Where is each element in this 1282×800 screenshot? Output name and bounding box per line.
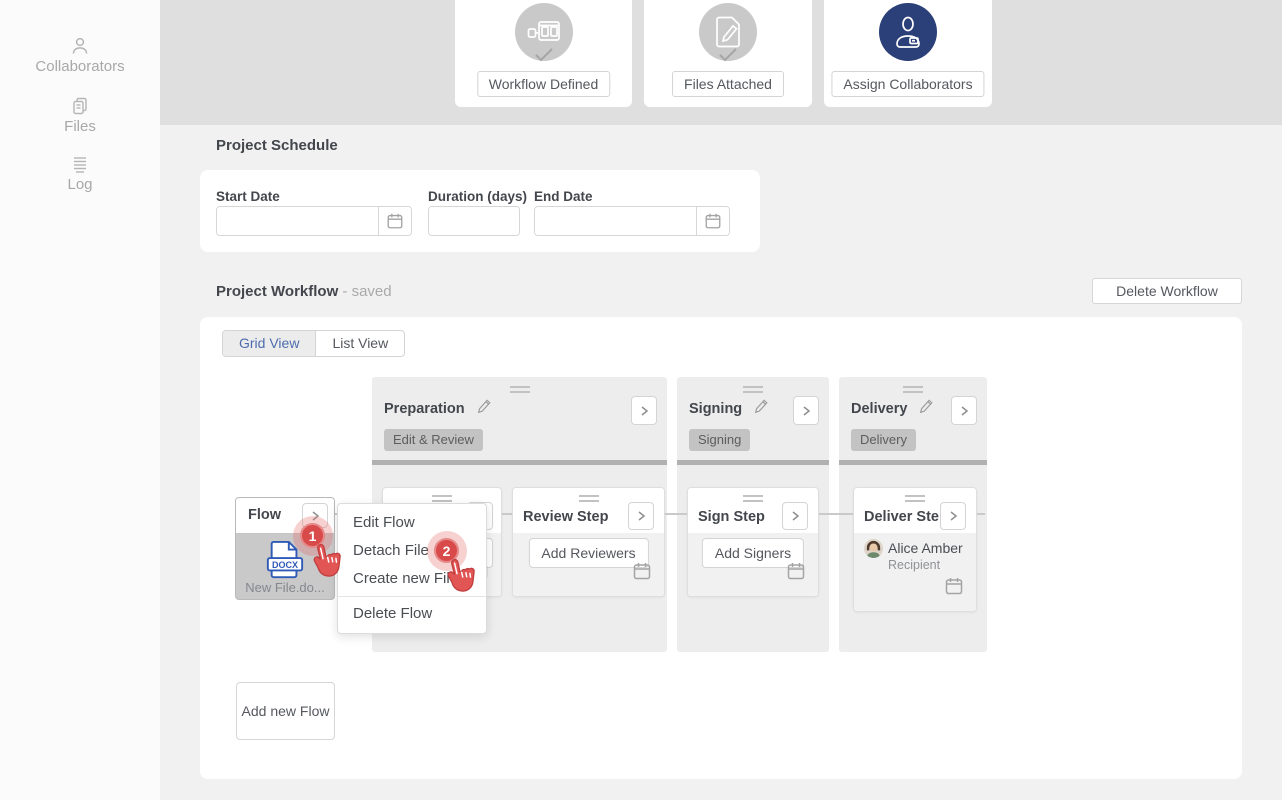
add-reviewers-button[interactable]: Add Reviewers xyxy=(528,538,648,568)
view-tabs: Grid View List View xyxy=(222,330,405,357)
files-attached-button[interactable]: Files Attached xyxy=(672,71,784,97)
schedule-panel: Start Date Duration (days) End Date xyxy=(200,170,760,252)
chevron-right-icon xyxy=(957,404,971,418)
drag-handle-icon[interactable] xyxy=(579,495,599,505)
column-title: Delivery xyxy=(851,399,934,417)
avatar xyxy=(864,539,883,563)
column-divider xyxy=(839,460,987,465)
column-expand-button[interactable] xyxy=(793,396,819,425)
edit-pencil-icon[interactable] xyxy=(753,399,769,415)
tab-grid-view[interactable]: Grid View xyxy=(223,331,316,356)
column-tag: Delivery xyxy=(851,429,916,451)
column-expand-button[interactable] xyxy=(951,396,977,425)
menu-item-edit-flow[interactable]: Edit Flow xyxy=(338,509,486,537)
duration-group xyxy=(428,206,520,236)
start-date-group xyxy=(216,206,412,236)
person-name: Alice Amber xyxy=(888,540,963,556)
status-card-assign-collaborators: Assign Collaborators xyxy=(824,0,992,107)
person-role: Recipient xyxy=(888,558,940,572)
column-divider xyxy=(677,460,829,465)
step-expand-button[interactable] xyxy=(782,502,808,530)
calendar-icon[interactable] xyxy=(696,207,729,235)
column-title-text: Preparation xyxy=(384,401,465,417)
column-divider xyxy=(372,460,667,465)
column-title: Signing xyxy=(689,399,769,417)
calendar-icon[interactable] xyxy=(944,576,964,601)
add-new-flow-label: Add new Flow xyxy=(242,703,330,719)
column-tag: Signing xyxy=(689,429,750,451)
step-title: Review Step xyxy=(523,509,608,525)
menu-item-delete-flow[interactable]: Delete Flow xyxy=(338,600,486,628)
duration-input[interactable] xyxy=(429,207,519,235)
chevron-right-icon xyxy=(788,509,802,523)
step-card-review: Add Reviewers Review Step xyxy=(512,487,665,597)
step-card-sign: Add Signers Sign Step xyxy=(687,487,819,597)
step-title: Deliver Step xyxy=(864,509,948,525)
duration-label: Duration (days) xyxy=(428,189,527,204)
project-workflow-title: Project Workflow - saved xyxy=(216,283,392,300)
flow-title: Flow xyxy=(248,507,281,523)
step-expand-button[interactable] xyxy=(628,502,654,530)
project-workflow-title-text: Project Workflow xyxy=(216,283,338,300)
calendar-icon[interactable] xyxy=(632,561,652,586)
column-title-text: Signing xyxy=(689,401,742,417)
log-icon xyxy=(0,156,160,174)
edit-pencil-icon[interactable] xyxy=(918,399,934,415)
person-icon xyxy=(0,36,160,56)
delete-workflow-button[interactable]: Delete Workflow xyxy=(1092,278,1242,304)
project-schedule-title: Project Schedule xyxy=(216,137,338,154)
sidebar-item-tasks[interactable]: Tasks xyxy=(0,0,160,4)
sidebar-item-collaborators[interactable]: Collaborators xyxy=(0,36,160,75)
sidebar-item-label: Files xyxy=(64,118,96,135)
drag-handle-icon[interactable] xyxy=(743,386,763,396)
end-date-input[interactable] xyxy=(535,207,696,235)
drag-handle-icon[interactable] xyxy=(510,386,530,396)
step-card-deliver: Deliver Step Alice Amber Recipient xyxy=(853,487,977,612)
edit-pencil-icon[interactable] xyxy=(476,399,492,415)
chevron-right-icon xyxy=(946,509,960,523)
assign-collaborators-button[interactable]: Assign Collaborators xyxy=(831,71,984,97)
sidebar-item-label: Log xyxy=(67,176,92,193)
chevron-right-icon xyxy=(799,404,813,418)
sidebar-item-label: Tasks xyxy=(61,0,99,4)
column-title: Preparation xyxy=(384,399,492,417)
sidebar-item-log[interactable]: Log xyxy=(0,156,160,193)
end-date-label: End Date xyxy=(534,189,593,204)
assign-collaborator-icon xyxy=(879,3,937,61)
start-date-label: Start Date xyxy=(216,189,280,204)
sidebar-item-label: Collaborators xyxy=(35,58,124,75)
drag-handle-icon[interactable] xyxy=(905,495,925,505)
check-icon xyxy=(533,47,555,68)
column-expand-button[interactable] xyxy=(631,396,657,425)
hand-cursor-icon xyxy=(309,541,341,584)
start-date-input[interactable] xyxy=(217,207,378,235)
column-tag: Edit & Review xyxy=(384,429,483,451)
status-card-files-attached: Files Attached xyxy=(644,0,812,107)
step-expand-button[interactable] xyxy=(940,502,966,530)
hand-cursor-icon xyxy=(443,556,475,599)
drag-handle-icon[interactable] xyxy=(743,495,763,505)
end-date-group xyxy=(534,206,730,236)
chevron-right-icon xyxy=(634,509,648,523)
chevron-right-icon xyxy=(637,404,651,418)
column-title-text: Delivery xyxy=(851,401,907,417)
sidebar: Tasks Collaborators Files Log xyxy=(0,0,160,800)
workflow-defined-button[interactable]: Workflow Defined xyxy=(477,71,610,97)
drag-handle-icon[interactable] xyxy=(903,386,923,396)
calendar-icon[interactable] xyxy=(378,207,411,235)
step-title: Sign Step xyxy=(698,509,765,525)
sidebar-item-files[interactable]: Files xyxy=(0,96,160,135)
svg-text:DOCX: DOCX xyxy=(272,560,298,570)
files-icon xyxy=(0,96,160,116)
tab-list-view[interactable]: List View xyxy=(316,331,404,356)
check-icon xyxy=(717,47,739,68)
workflow-saved-status: - saved xyxy=(342,283,391,300)
calendar-icon[interactable] xyxy=(786,561,806,586)
status-card-workflow-defined: Workflow Defined xyxy=(455,0,632,107)
add-new-flow-button[interactable]: Add new Flow xyxy=(236,682,335,740)
